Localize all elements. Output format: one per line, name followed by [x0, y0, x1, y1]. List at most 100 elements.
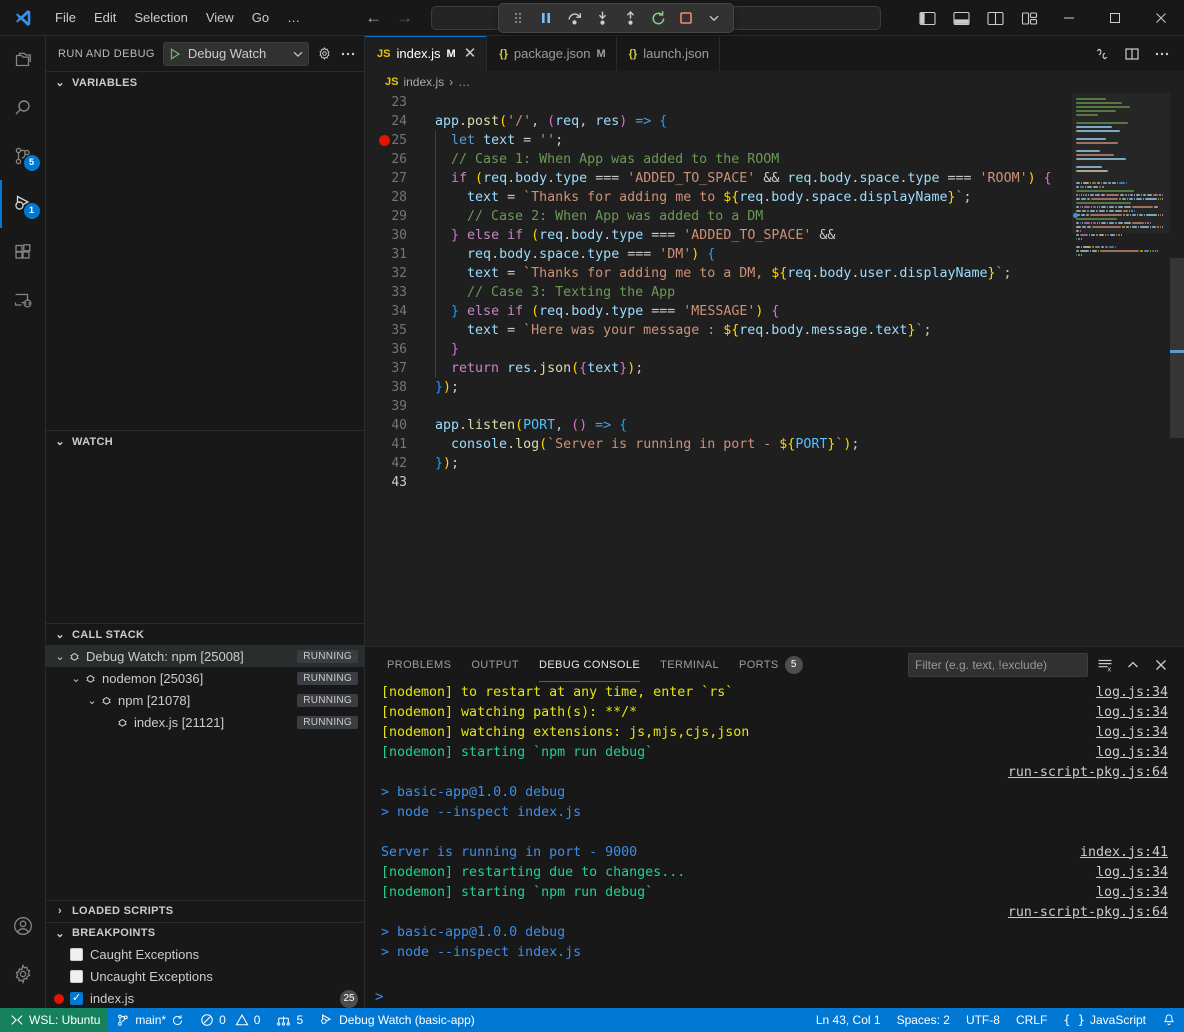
activity-item-search[interactable]	[0, 84, 46, 132]
console-source-link[interactable]: log.js:34	[1096, 685, 1168, 700]
code-line[interactable]: 24app.post('/', (req, res) => {	[365, 112, 1184, 131]
go-back-icon[interactable]: ←	[365, 9, 382, 26]
breakpoint-row[interactable]: Caught Exceptions	[46, 944, 364, 966]
code-line[interactable]: 33 // Case 3: Texting the App	[365, 283, 1184, 302]
menu-file[interactable]: File	[46, 6, 85, 29]
pause-button[interactable]	[533, 6, 559, 30]
toggle-sync-icon[interactable]	[1088, 36, 1116, 71]
sidebar-more-actions-icon[interactable]	[340, 46, 356, 62]
debug-settings-gear-icon[interactable]	[317, 46, 332, 61]
minimize-window-button[interactable]	[1046, 0, 1092, 36]
menu-view[interactable]: View	[197, 6, 243, 29]
code-editor[interactable]: 2324app.post('/', (req, res) => {25 let …	[365, 93, 1184, 646]
code-line[interactable]: 25 let text = '';	[365, 131, 1184, 150]
editor-more-actions-icon[interactable]	[1148, 36, 1176, 71]
launch-configuration-dropdown[interactable]: Debug Watch	[163, 42, 309, 66]
call-stack-row[interactable]: ⌄ nodemon [25036] RUNNING	[46, 667, 364, 689]
chevron-down-icon[interactable]: ⌄	[68, 672, 84, 685]
console-source-link[interactable]: log.js:34	[1096, 745, 1168, 760]
status-eol[interactable]: CRLF	[1008, 1008, 1055, 1032]
status-indentation[interactable]: Spaces: 2	[889, 1008, 958, 1032]
section-call-stack-header[interactable]: ⌄ CALL STACK	[46, 623, 364, 645]
console-source-link[interactable]: run-script-pkg.js:64	[1008, 765, 1168, 780]
tab-terminal[interactable]: TERMINAL	[650, 647, 729, 682]
console-source-link[interactable]: run-script-pkg.js:64	[1008, 905, 1168, 920]
restart-button[interactable]	[645, 6, 671, 30]
code-line[interactable]: 40app.listen(PORT, () => {	[365, 416, 1184, 435]
console-source-link[interactable]: log.js:34	[1096, 885, 1168, 900]
menu-more[interactable]: …	[278, 6, 309, 29]
breadcrumb-file[interactable]: index.js	[403, 75, 444, 89]
console-source-link[interactable]: log.js:34	[1096, 705, 1168, 720]
close-window-button[interactable]	[1138, 0, 1184, 36]
activity-item-remote-explorer[interactable]	[0, 276, 46, 324]
chevron-down-icon[interactable]	[701, 6, 727, 30]
menu-edit[interactable]: Edit	[85, 6, 125, 29]
activity-item-extensions[interactable]	[0, 228, 46, 276]
status-remote-indicator[interactable]: WSL: Ubuntu	[0, 1008, 108, 1032]
call-stack-row[interactable]: ⌄ Debug Watch: npm [25008] RUNNING	[46, 645, 364, 667]
activity-item-source-control[interactable]: 5	[0, 132, 46, 180]
activity-item-accounts[interactable]	[0, 902, 46, 950]
code-line[interactable]: 41 console.log(`Server is running in por…	[365, 435, 1184, 454]
breakpoint-checkbox[interactable]	[70, 992, 83, 1005]
code-line[interactable]: 38});	[365, 378, 1184, 397]
console-source-link[interactable]: log.js:34	[1096, 725, 1168, 740]
code-line[interactable]: 36 }	[365, 340, 1184, 359]
debug-console-output[interactable]: [nodemon] to restart at any time, enter …	[365, 682, 1184, 985]
stop-button[interactable]	[673, 6, 699, 30]
step-into-button[interactable]	[589, 6, 615, 30]
code-line[interactable]: 27 if (req.body.type === 'ADDED_TO_SPACE…	[365, 169, 1184, 188]
chevron-down-icon[interactable]: ⌄	[52, 650, 68, 663]
code-line[interactable]: 30 } else if (req.body.type === 'ADDED_T…	[365, 226, 1184, 245]
editor-scrollbar-thumb[interactable]	[1170, 258, 1184, 438]
console-source-link[interactable]: index.js:41	[1080, 845, 1168, 860]
minimap[interactable]	[1072, 93, 1170, 646]
breakpoint-checkbox[interactable]	[70, 948, 83, 961]
tab-launch-json[interactable]: {} launch.json	[617, 36, 720, 71]
status-language-mode[interactable]: { } JavaScript	[1055, 1008, 1154, 1032]
code-line[interactable]: 43	[365, 473, 1184, 492]
breakpoint-row[interactable]: index.js 25	[46, 988, 364, 1008]
status-notifications-bell[interactable]	[1154, 1008, 1184, 1032]
section-loaded-scripts-header[interactable]: › LOADED SCRIPTS	[46, 900, 364, 922]
code-line[interactable]: 34 } else if (req.body.type === 'MESSAGE…	[365, 302, 1184, 321]
tab-output[interactable]: OUTPUT	[461, 647, 529, 682]
maximize-panel-icon[interactable]	[1122, 654, 1144, 676]
menu-go[interactable]: Go	[243, 6, 278, 29]
editor-breakpoint-icon[interactable]	[379, 135, 390, 146]
close-panel-icon[interactable]	[1150, 654, 1172, 676]
breakpoint-checkbox[interactable]	[70, 970, 83, 983]
status-cursor-position[interactable]: Ln 43, Col 1	[808, 1008, 889, 1032]
section-breakpoints-header[interactable]: ⌄ BREAKPOINTS	[46, 922, 364, 944]
code-line[interactable]: 31 req.body.space.type === 'DM') {	[365, 245, 1184, 264]
editor-scrollbar[interactable]	[1170, 93, 1184, 646]
maximize-window-button[interactable]	[1092, 0, 1138, 36]
split-editor-icon[interactable]	[1118, 36, 1146, 71]
breakpoint-row[interactable]: Uncaught Exceptions	[46, 966, 364, 988]
toggle-secondary-sidebar-icon[interactable]	[978, 0, 1012, 36]
tab-ports[interactable]: PORTS 5	[729, 647, 813, 682]
console-source-link[interactable]: log.js:34	[1096, 865, 1168, 880]
chevron-down-icon[interactable]: ⌄	[84, 694, 100, 707]
status-branch[interactable]: main*	[108, 1008, 192, 1032]
code-line[interactable]: 29 // Case 2: When App was added to a DM	[365, 207, 1184, 226]
code-line[interactable]: 28 text = `Thanks for adding me to ${req…	[365, 188, 1184, 207]
step-over-button[interactable]	[561, 6, 587, 30]
code-line[interactable]: 37 return res.json({text});	[365, 359, 1184, 378]
code-line[interactable]: 23	[365, 93, 1184, 112]
customize-layout-icon[interactable]	[1012, 0, 1046, 36]
call-stack-row[interactable]: ⌄ npm [21078] RUNNING	[46, 689, 364, 711]
status-ports[interactable]: 5	[268, 1008, 311, 1032]
code-line[interactable]: 39	[365, 397, 1184, 416]
code-line[interactable]: 42});	[365, 454, 1184, 473]
debug-toolbar-drag-handle[interactable]	[505, 6, 531, 30]
start-debugging-icon[interactable]	[168, 47, 182, 61]
menu-selection[interactable]: Selection	[125, 6, 196, 29]
go-forward-icon[interactable]: →	[396, 9, 413, 26]
breadcrumb-rest[interactable]: …	[458, 75, 470, 89]
code-line[interactable]: 35 text = `Here was your message : ${req…	[365, 321, 1184, 340]
console-source-link[interactable]: index.js:41	[1080, 985, 1168, 986]
activity-item-manage[interactable]	[0, 950, 46, 998]
tab-problems[interactable]: PROBLEMS	[377, 647, 461, 682]
